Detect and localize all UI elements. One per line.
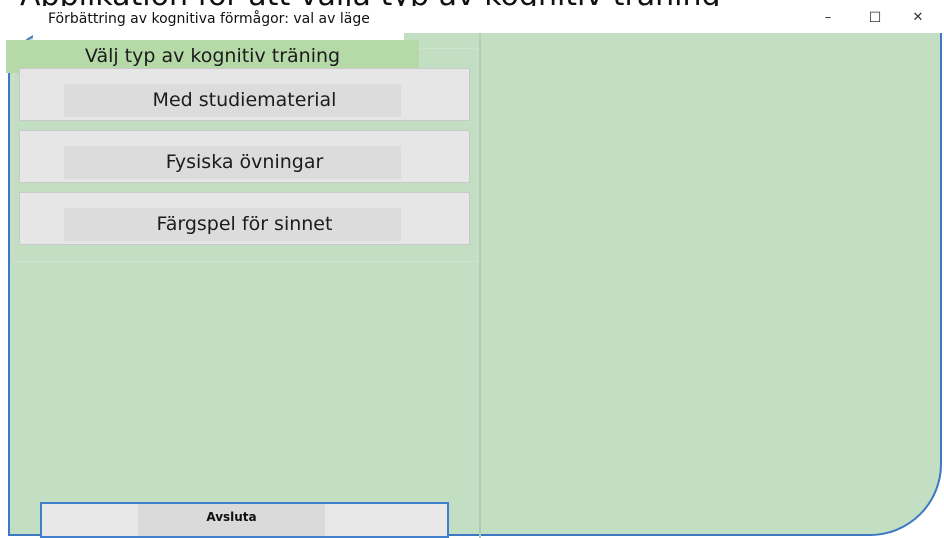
- minimize-icon[interactable]: –: [813, 6, 843, 30]
- color-games-button[interactable]: Färgspel för sinnet: [19, 192, 470, 245]
- panel-divider: [479, 33, 481, 538]
- window-title: Förbättring av kognitiva förmågor: val a…: [33, 6, 404, 43]
- button-label: Fysiska övningar: [165, 151, 324, 173]
- exit-button[interactable]: Avsluta: [40, 502, 449, 538]
- close-icon[interactable]: ✕: [903, 6, 933, 30]
- button-label: Färgspel för sinnet: [156, 213, 333, 235]
- maximize-icon[interactable]: ☐: [860, 6, 890, 30]
- exit-button-label: Avsluta: [138, 504, 325, 536]
- title-bar: Förbättring av kognitiva förmågor: val a…: [0, 0, 944, 43]
- study-material-button[interactable]: Med studiematerial: [19, 68, 470, 121]
- button-label: Med studiematerial: [152, 89, 337, 111]
- physical-exercises-button[interactable]: Fysiska övningar: [19, 130, 470, 183]
